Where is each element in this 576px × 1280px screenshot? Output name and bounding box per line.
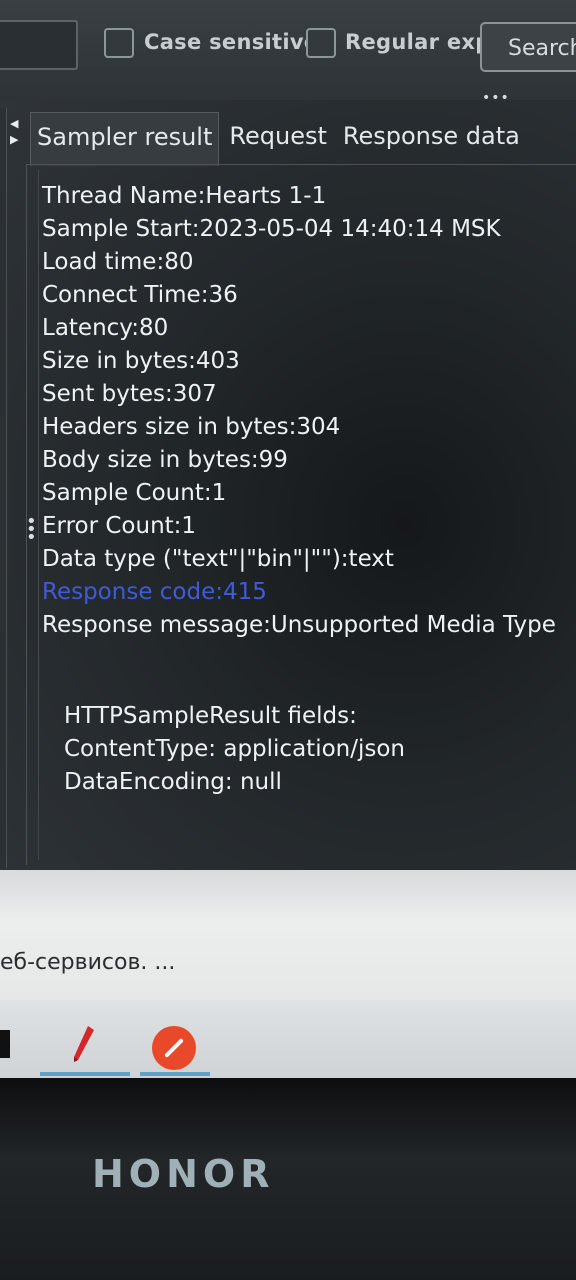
sample-fields-heading: HTTPSampleResult fields:: [64, 703, 357, 729]
sampler-result-panel: ◀ ▶ Sampler result Request Response data …: [0, 100, 576, 870]
background-text: еб-сервисов. ...: [0, 950, 176, 975]
divider: [38, 170, 39, 860]
case-sensitive-checkbox[interactable]: [104, 28, 134, 58]
red-app-icon[interactable]: [152, 1026, 196, 1070]
case-sensitive-label: Case sensitive: [144, 30, 319, 54]
data-type: Data type ("text"|"bin"|""):text: [42, 546, 394, 572]
sample-count: Sample Count:1: [42, 480, 227, 506]
latency: Latency:80: [42, 315, 169, 341]
error-count: Error Count:1: [42, 513, 197, 539]
response-code: Response code:415: [42, 579, 267, 605]
search-button[interactable]: Search: [480, 22, 576, 72]
brand-logo: HONOR: [92, 1152, 275, 1196]
collapse-arrows-icon[interactable]: ◀ ▶: [10, 116, 18, 148]
connect-time: Connect Time:36: [42, 282, 238, 308]
size-in-bytes: Size in bytes:403: [42, 348, 240, 374]
pen-app-icon[interactable]: [68, 1024, 98, 1064]
search-input[interactable]: [0, 20, 78, 70]
response-message: Response message:Unsupported Media Type: [42, 612, 556, 638]
left-splitter[interactable]: [0, 108, 7, 868]
background-window: еб-сервисов. ...: [0, 870, 576, 1000]
monitor-bezel: HONOR: [0, 1078, 576, 1280]
result-tabs: Sampler result Request Response data: [30, 112, 530, 166]
body-size: Body size in bytes:99: [42, 447, 288, 473]
data-encoding: DataEncoding: null: [64, 769, 282, 795]
regex-label: Regular exp.: [345, 30, 499, 54]
headers-size: Headers size in bytes:304: [42, 414, 341, 440]
taskbar: [0, 1000, 576, 1078]
regex-checkbox[interactable]: [306, 28, 336, 58]
active-app-indicator: [40, 1072, 130, 1076]
active-app-indicator: [140, 1072, 210, 1076]
content-type: ContentType: application/json: [64, 736, 406, 762]
sampler-result-text: Thread Name:Hearts 1-1 Sample Start:2023…: [42, 180, 572, 799]
sent-bytes: Sent bytes:307: [42, 381, 217, 407]
search-toolbar: Case sensitive Regular exp. Search •••: [0, 0, 576, 106]
splitter-handle-icon[interactable]: • • •: [26, 513, 37, 547]
taskbar-app-icon[interactable]: [0, 1030, 10, 1058]
sample-start: Sample Start:2023-05-04 14:40:14 MSK: [42, 216, 501, 242]
thread-name: Thread Name:Hearts 1-1: [42, 183, 327, 209]
tab-sampler-result[interactable]: Sampler result: [30, 112, 220, 166]
load-time: Load time:80: [42, 249, 194, 275]
tab-request[interactable]: Request: [223, 112, 333, 166]
tab-response-data[interactable]: Response data: [337, 112, 526, 166]
